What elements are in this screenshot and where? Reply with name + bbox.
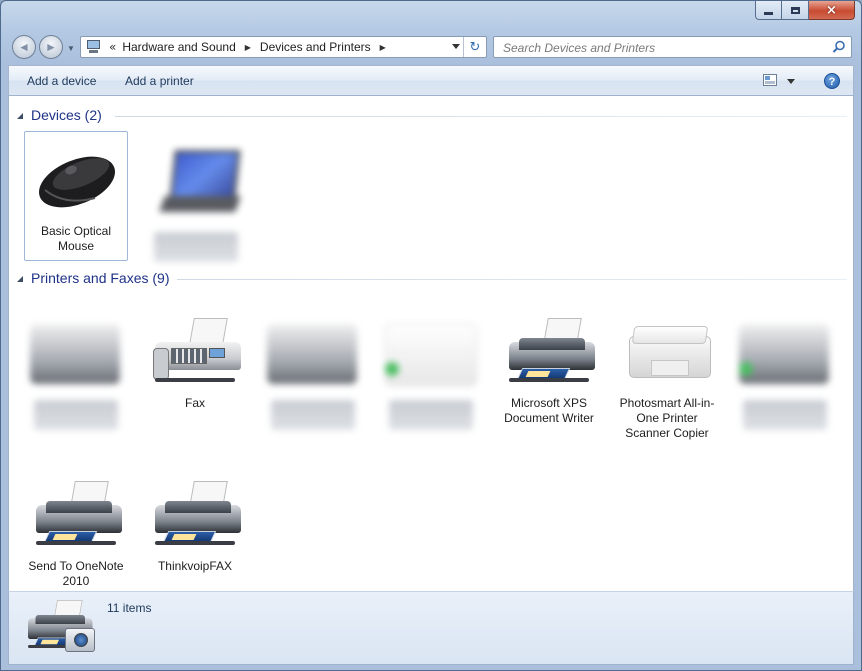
device-label: Basic Optical Mouse	[40, 224, 112, 253]
obscured-label	[154, 232, 238, 262]
add-printer-button[interactable]: Add a printer	[125, 74, 194, 88]
printer-item-microsoft-xps-document-writer[interactable]: Microsoft XPS Document Writer	[497, 304, 601, 426]
address-bar[interactable]: « Hardware and Sound ▶ Devices and Print…	[80, 36, 487, 58]
item-count: 11 items	[107, 601, 152, 615]
device-item-laptop[interactable]	[144, 136, 248, 262]
maximize-icon	[790, 6, 800, 14]
minimize-icon	[764, 11, 773, 15]
printer-item-send-to-onenote-2010[interactable]: Send To OneNote 2010	[24, 467, 128, 589]
printer-icon	[267, 324, 357, 384]
view-options-dropdown[interactable]	[787, 79, 795, 84]
printer-icon	[385, 324, 477, 386]
printer-item-thinkvoipfax[interactable]: ThinkvoipFAX	[143, 467, 247, 574]
printer-item-obscured-2[interactable]	[261, 304, 365, 430]
explorer-window: × ◄ ► ▼ « Hardware and Sound ▶ Devices a…	[0, 0, 862, 671]
group-title-devices: Devices (2)	[31, 107, 102, 123]
printer-label: Photosmart All-in-One Printer Scanner Co…	[619, 396, 715, 440]
forward-button[interactable]: ►	[39, 35, 63, 59]
change-view-icon[interactable]	[763, 74, 777, 86]
close-button[interactable]: ×	[809, 1, 855, 20]
laptop-icon	[159, 150, 242, 220]
printer-icon	[151, 481, 243, 557]
refresh-button[interactable]: ↻	[463, 37, 486, 57]
breadcrumb-overflow-chevron[interactable]: «	[109, 40, 116, 54]
printer-icon	[32, 481, 124, 557]
collapse-triangle-icon[interactable]	[17, 276, 23, 282]
fax-icon	[151, 318, 243, 394]
add-device-button[interactable]: Add a device	[27, 74, 96, 88]
printer-icon	[30, 324, 120, 384]
devices-and-printers-icon	[25, 598, 105, 662]
printer-item-obscured-3[interactable]	[379, 304, 483, 430]
search-icon[interactable]	[832, 40, 846, 54]
obscured-label	[34, 400, 118, 430]
minimize-button[interactable]	[755, 1, 782, 20]
photosmart-icon	[629, 326, 711, 382]
device-item-basic-optical-mouse[interactable]: Basic Optical Mouse	[24, 131, 128, 261]
close-icon: ×	[826, 2, 837, 18]
printer-item-obscured-4[interactable]	[733, 304, 837, 430]
printer-icon	[505, 318, 597, 394]
printer-label: Fax	[184, 396, 205, 410]
details-pane: 11 items	[8, 591, 854, 665]
group-title-printers: Printers and Faxes (9)	[31, 270, 170, 286]
group-header-devices[interactable]: Devices (2)	[9, 107, 853, 127]
obscured-label	[743, 400, 827, 430]
devices-view: Devices (2) Basic Optical Mouse Printers…	[8, 96, 854, 591]
maximize-button[interactable]	[782, 1, 809, 20]
printer-label: Microsoft XPS Document Writer	[504, 396, 594, 425]
forward-arrow-icon: ►	[45, 40, 57, 54]
obscured-label	[389, 400, 473, 430]
printer-icon	[739, 324, 829, 384]
back-button[interactable]: ◄	[12, 35, 36, 59]
group-header-printers-and-faxes[interactable]: Printers and Faxes (9)	[9, 270, 853, 290]
search-input[interactable]	[501, 38, 825, 58]
control-panel-icon	[86, 40, 102, 54]
group-divider	[115, 116, 847, 117]
mouse-icon	[39, 156, 115, 208]
printer-label: ThinkvoipFAX	[157, 559, 233, 573]
navigation-bar: ◄ ► ▼ « Hardware and Sound ▶ Devices and…	[1, 35, 861, 61]
printer-item-fax[interactable]: Fax	[143, 304, 247, 411]
collapse-triangle-icon[interactable]	[17, 113, 23, 119]
breadcrumb-separator-icon[interactable]: ▶	[380, 43, 386, 52]
printer-label: Send To OneNote 2010	[28, 559, 124, 588]
caption-buttons: ×	[755, 1, 855, 20]
command-bar: Add a device Add a printer ?	[8, 65, 854, 96]
address-history-dropdown[interactable]	[452, 44, 460, 49]
obscured-label	[271, 400, 355, 430]
camera-icon	[65, 628, 95, 652]
search-box	[493, 36, 852, 58]
printer-item-photosmart[interactable]: Photosmart All-in-One Printer Scanner Co…	[615, 304, 719, 441]
back-arrow-icon: ◄	[18, 40, 30, 54]
breadcrumb-hardware-and-sound[interactable]: Hardware and Sound	[122, 40, 235, 54]
breadcrumb-devices-and-printers[interactable]: Devices and Printers	[260, 40, 371, 54]
breadcrumb-separator-icon[interactable]: ▶	[245, 43, 251, 52]
refresh-icon: ↻	[469, 39, 481, 55]
printer-item-obscured-1[interactable]	[24, 304, 128, 430]
recent-pages-dropdown[interactable]: ▼	[67, 44, 75, 53]
group-divider	[177, 279, 847, 280]
help-button[interactable]: ?	[824, 73, 840, 89]
